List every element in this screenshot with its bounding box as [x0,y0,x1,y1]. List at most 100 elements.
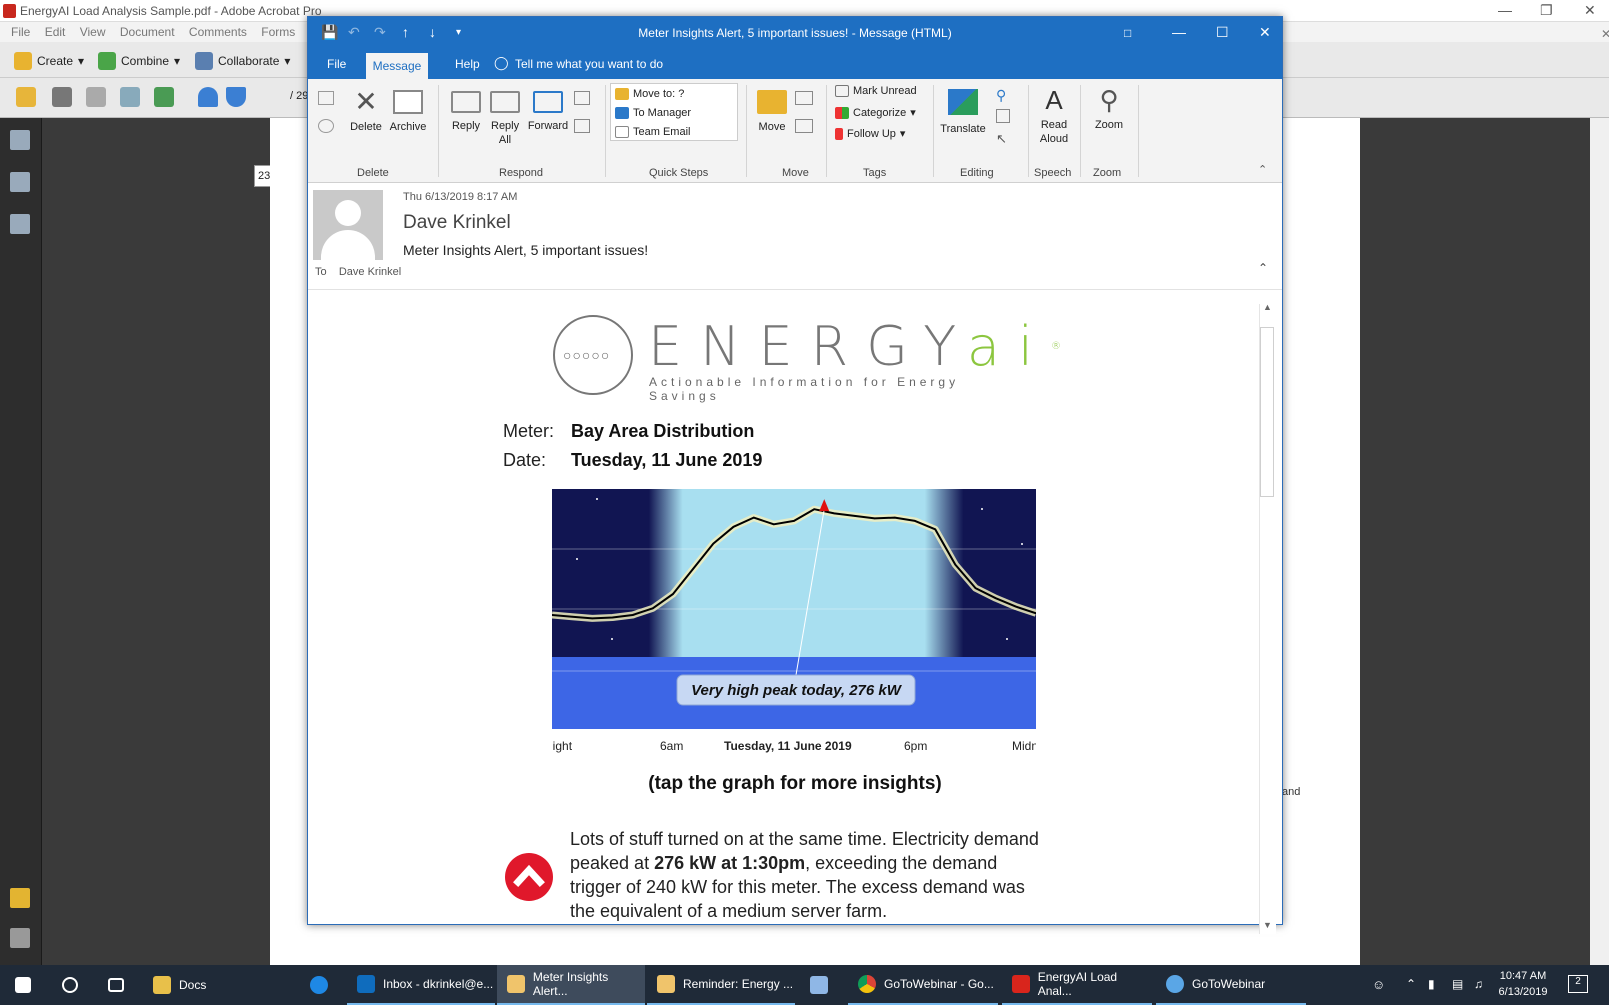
scroll-up-icon[interactable]: ▲ [1263,302,1272,312]
categorize-icon [835,106,849,119]
categorize-button[interactable]: Categorize ▾ [835,106,916,119]
open-folder-icon[interactable] [16,87,36,107]
collapse-ribbon-icon[interactable]: ⌃ [1258,163,1267,176]
email-icon[interactable] [120,87,140,107]
minimize-icon[interactable]: — [1498,2,1512,18]
menu-forms[interactable]: Forms [261,25,295,39]
task-view-button[interactable] [94,965,138,1005]
find-icon[interactable]: ⚲ [996,87,1006,104]
bookmarks-icon[interactable] [10,172,30,192]
menu-comments[interactable]: Comments [189,25,247,39]
load-chart[interactable]: Very high peak today, 276 kW [551,489,1038,729]
close-document-icon[interactable]: ✕ [1601,27,1609,41]
chart-data-point [954,563,957,566]
recipient-name[interactable]: Dave Krinkel [339,266,401,278]
taskbar-item-label: Inbox - dkrinkel@e... [383,977,494,991]
acrobat-scrollbar[interactable] [1590,118,1609,965]
tell-me-search[interactable]: Tell me what you want to do [515,57,663,71]
menu-file[interactable]: File [11,25,30,39]
junk-icon[interactable] [318,119,334,133]
taskbar-item-app[interactable] [800,965,844,1005]
chart-data-point [833,512,836,515]
minimize-icon[interactable]: — [1172,24,1186,40]
actions-icon[interactable] [795,119,813,133]
reply-button[interactable]: Reply [448,87,484,133]
maximize-icon[interactable]: ☐ [1216,24,1229,41]
follow-up-button[interactable]: Follow Up ▾ [835,127,905,140]
tab-help[interactable]: Help [455,57,480,71]
archive-button[interactable]: Archive [386,87,430,134]
quick-step-team-email[interactable]: Team Email [615,126,690,138]
rules-icon[interactable] [795,91,813,105]
taskbar-item-chrome[interactable]: GoToWebinar - Go... [848,965,998,1005]
tap-graph-hint[interactable]: (tap the graph for more insights) [308,773,1282,795]
reply-all-button[interactable]: Reply All [486,87,524,147]
ignore-icon[interactable] [318,91,334,105]
delete-button[interactable]: ✕ Delete [348,87,384,134]
signatures-icon[interactable] [10,214,30,234]
chart-data-point [732,526,735,528]
close-icon[interactable]: ✕ [1584,2,1596,19]
network-icon[interactable]: ▤ [1452,977,1463,991]
tab-message[interactable]: Message [366,53,428,79]
prev-page-icon[interactable] [198,87,218,107]
quick-step-move-to[interactable]: Move to: ? [615,88,684,100]
mark-unread-button[interactable]: Mark Unread [835,85,917,97]
system-clock[interactable]: 10:47 AM 6/13/2019 [1488,968,1558,1000]
taskbar-item-docs[interactable]: Docs [143,965,293,1005]
print-icon[interactable] [52,87,72,107]
menu-document[interactable]: Document [120,25,175,39]
related-icon[interactable] [996,109,1010,123]
taskbar-item-inbox[interactable]: Inbox - dkrinkel@e... [347,965,495,1005]
search-button[interactable] [48,965,92,1005]
forward-button[interactable]: Forward [526,87,570,133]
next-page-icon[interactable] [226,87,246,107]
close-icon[interactable]: ✕ [1259,24,1271,41]
web-icon[interactable] [154,87,174,107]
menu-edit[interactable]: Edit [45,25,66,39]
show-hidden-icons[interactable]: ⌃ [1406,977,1416,991]
battery-icon[interactable]: ▮ [1428,977,1435,991]
scrollbar-thumb[interactable] [1260,327,1274,497]
move-label: Move [758,121,786,133]
attachments-icon[interactable] [10,928,30,948]
sender-name[interactable]: Dave Krinkel [403,212,511,234]
meeting-icon[interactable] [574,91,590,105]
select-icon[interactable]: ↖ [996,131,1007,147]
taskbar-item-edge[interactable] [300,965,344,1005]
quick-step-to-manager[interactable]: To Manager [615,107,691,119]
action-center-button[interactable]: 2 [1568,975,1588,993]
ribbon-display-options-icon[interactable]: □ [1124,26,1131,40]
more-respond-icon[interactable] [574,119,590,133]
scroll-down-icon[interactable]: ▼ [1263,920,1272,930]
message-date: Thu 6/13/2019 8:17 AM [403,191,518,203]
app-icon [810,976,828,994]
taskbar-item-meter-insights[interactable]: Meter Insights Alert... [497,965,645,1005]
volume-icon[interactable]: ♫ [1474,977,1483,991]
zoom-button[interactable]: ⚲ Zoom [1086,85,1132,132]
chart-star [596,498,598,500]
read-aloud-button[interactable]: A Read Aloud [1034,85,1074,146]
collapse-header-icon[interactable]: ⌃ [1258,261,1268,275]
move-button[interactable]: Move [754,87,790,134]
save-icon[interactable] [86,87,106,107]
ribbon-separator [1028,85,1029,177]
combine-button[interactable]: Combine ▾ [98,50,180,72]
comments-icon[interactable] [10,888,30,908]
start-button[interactable] [0,965,46,1005]
restore-icon[interactable]: ❐ [1540,2,1553,19]
collaborate-button[interactable]: Collaborate ▾ [195,50,290,72]
load-chart-svg[interactable]: Very high peak today, 276 kW [551,489,1038,729]
pages-icon[interactable] [10,130,30,150]
people-icon[interactable]: ☺ [1372,977,1385,992]
taskbar-item-reminder[interactable]: Reminder: Energy ... [647,965,795,1005]
taskbar-item-acrobat[interactable]: EnergyAI Load Anal... [1002,965,1152,1005]
chart-data-point [611,616,614,619]
translate-button[interactable]: Translate [938,87,988,136]
menu-view[interactable]: View [80,25,106,39]
cortana-icon [62,977,78,993]
x-tick-label: 6am [660,739,684,753]
tab-file[interactable]: File [327,57,346,71]
create-button[interactable]: Create ▾ [14,50,84,72]
taskbar-item-gotowebinar[interactable]: GoToWebinar [1156,965,1306,1005]
